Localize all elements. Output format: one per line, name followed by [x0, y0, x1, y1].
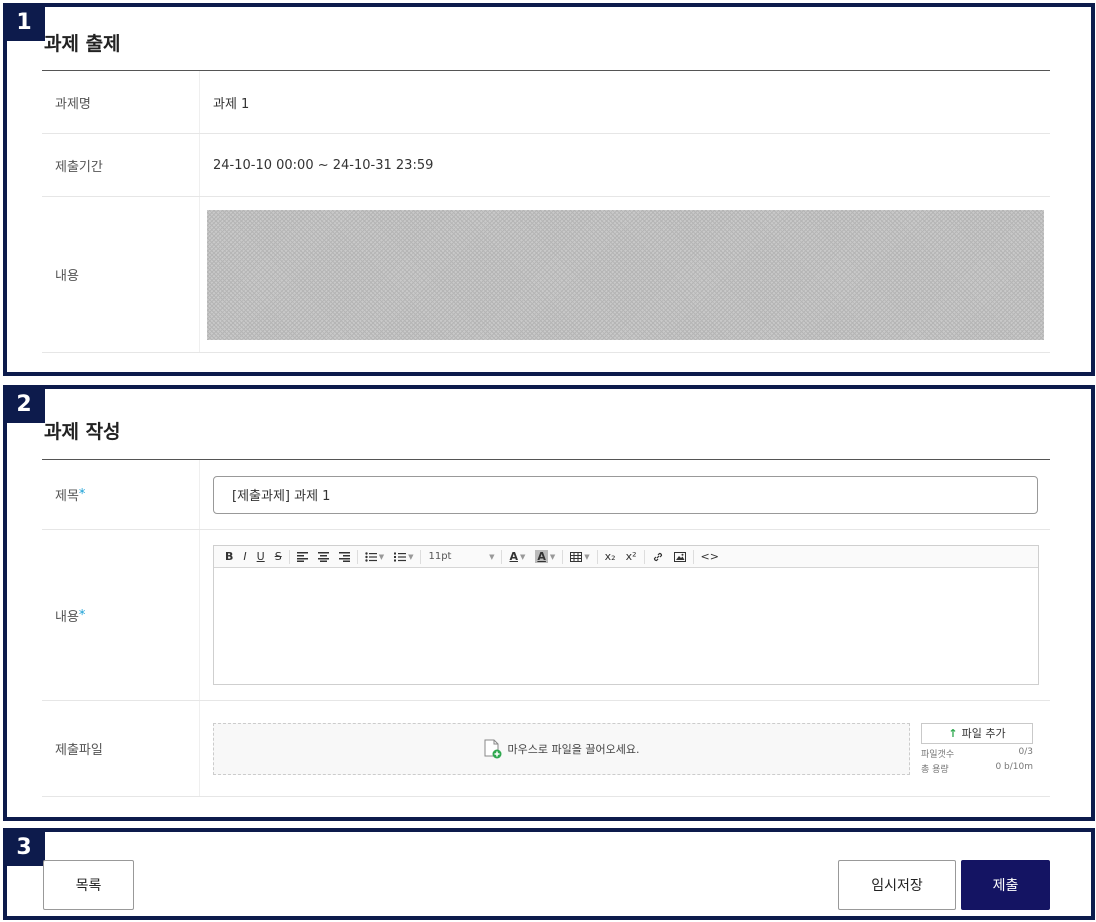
- table-row: 과제명 과제 1: [42, 71, 1050, 134]
- submit-button[interactable]: 제출: [961, 860, 1050, 910]
- redacted-content-image: [207, 209, 1044, 340]
- content-label: 내용 *: [42, 530, 200, 700]
- toolbar-divider: [501, 549, 503, 564]
- subject-value-cell: [200, 460, 1050, 529]
- subject-input[interactable]: [213, 475, 1038, 514]
- action-section: 3 목록 임시저장 제출: [3, 828, 1095, 920]
- list-button[interactable]: 목록: [43, 860, 134, 910]
- file-dropzone[interactable]: 마우스로 파일을 끌어오세요.: [213, 722, 910, 775]
- assignment-write-section: 2 과제 작성 제목* 내용* B I U S: [3, 385, 1095, 821]
- font-color-button[interactable]: A ▼: [504, 547, 530, 567]
- assignment-name-label: 과제명: [42, 71, 200, 133]
- underline-button[interactable]: U: [252, 547, 270, 567]
- assignment-content-label: 내용: [42, 197, 200, 352]
- section-number-badge: 2: [3, 385, 45, 423]
- dropzone-text: 마우스로 파일을 끌어오세요.: [507, 742, 640, 756]
- assignment-info-section: 1 과제 출제 과제명 과제 1 제출기간 24-10-10 00:00 ~ 2…: [3, 3, 1095, 376]
- numbered-list-icon[interactable]: ▼: [389, 547, 418, 567]
- italic-button[interactable]: I: [238, 547, 251, 567]
- toolbar-divider: [562, 549, 564, 564]
- rich-text-editor: B I U S ▼ ▼ 11pt ▼ A ▼ A ▼ ▼ x₂ x² <>: [213, 545, 1039, 685]
- add-file-button[interactable]: ↑ 파일 추가: [921, 722, 1033, 744]
- chevron-down-icon: ▼: [489, 552, 495, 561]
- file-size-info: 총 용량 0 b/10m: [921, 761, 1033, 775]
- editor-content-area[interactable]: [214, 568, 1038, 684]
- align-center-icon[interactable]: [313, 547, 334, 567]
- chevron-down-icon: ▼: [378, 552, 385, 561]
- toolbar-divider: [356, 549, 358, 564]
- bullet-list-icon[interactable]: ▼: [360, 547, 389, 567]
- superscript-button[interactable]: x²: [621, 547, 642, 567]
- assignment-content-value: [200, 197, 1050, 352]
- chevron-down-icon: ▼: [549, 552, 556, 561]
- assignment-info-table: 과제명 과제 1 제출기간 24-10-10 00:00 ~ 24-10-31 …: [42, 70, 1050, 353]
- align-left-icon[interactable]: [292, 547, 313, 567]
- file-upload-cell: 마우스로 파일을 끌어오세요. ↑ 파일 추가 파일갯수 0/3 총 용량 0 …: [200, 701, 1050, 796]
- section-number-badge: 1: [3, 3, 45, 41]
- table-row: 제출파일 마우스로 파일을 끌어오세요. ↑ 파일 추가 파일갯수 0/3 총 …: [42, 701, 1050, 797]
- table-row: 제출기간 24-10-10 00:00 ~ 24-10-31 23:59: [42, 134, 1050, 197]
- file-count-info: 파일갯수 0/3: [921, 746, 1033, 760]
- editor-toolbar: B I U S ▼ ▼ 11pt ▼ A ▼ A ▼ ▼ x₂ x² <>: [214, 546, 1038, 568]
- submission-period-value: 24-10-10 00:00 ~ 24-10-31 23:59: [213, 157, 434, 173]
- submission-period-label: 제출기간: [42, 134, 200, 196]
- toolbar-divider: [643, 549, 645, 564]
- section-title: 과제 출제: [44, 33, 121, 55]
- required-mark: *: [78, 607, 86, 623]
- subject-label: 제목 *: [42, 460, 200, 529]
- toolbar-divider: [420, 549, 422, 564]
- file-add-icon: [484, 739, 502, 758]
- font-size-select[interactable]: 11pt ▼: [423, 547, 499, 567]
- arrow-up-icon: ↑: [948, 726, 958, 740]
- background-color-button[interactable]: A ▼: [530, 547, 560, 567]
- chevron-down-icon: ▼: [584, 552, 590, 561]
- required-mark: *: [78, 487, 86, 502]
- table-icon[interactable]: ▼: [565, 547, 594, 567]
- chevron-down-icon: ▼: [408, 552, 414, 561]
- assignment-write-table: 제목* 내용* B I U S: [42, 459, 1050, 797]
- strikethrough-button[interactable]: S: [270, 547, 287, 567]
- assignment-name-value: 과제 1: [213, 96, 250, 112]
- submit-file-label: 제출파일: [42, 701, 200, 796]
- table-row: 제목 *: [42, 460, 1050, 530]
- temp-save-button[interactable]: 임시저장: [838, 860, 956, 910]
- image-icon[interactable]: [669, 547, 691, 567]
- file-upload-side: ↑ 파일 추가 파일갯수 0/3 총 용량 0 b/10m: [921, 722, 1033, 775]
- bold-button[interactable]: B: [220, 547, 238, 567]
- table-row: 내용: [42, 197, 1050, 353]
- align-right-icon[interactable]: [334, 547, 355, 567]
- toolbar-divider: [596, 549, 598, 564]
- chevron-down-icon: ▼: [519, 552, 526, 561]
- link-icon[interactable]: [647, 547, 669, 567]
- section-number-badge: 3: [3, 828, 45, 866]
- section-title: 과제 작성: [44, 421, 121, 443]
- table-row: 내용 * B I U S ▼ ▼ 11pt ▼ A ▼ A ▼ ▼ x₂ x² …: [42, 530, 1050, 701]
- toolbar-divider: [692, 549, 694, 564]
- subscript-button[interactable]: x₂: [600, 547, 621, 567]
- source-code-button[interactable]: <>: [696, 547, 724, 567]
- toolbar-divider: [288, 549, 290, 564]
- content-editor-cell: B I U S ▼ ▼ 11pt ▼ A ▼ A ▼ ▼ x₂ x² <>: [200, 530, 1050, 700]
